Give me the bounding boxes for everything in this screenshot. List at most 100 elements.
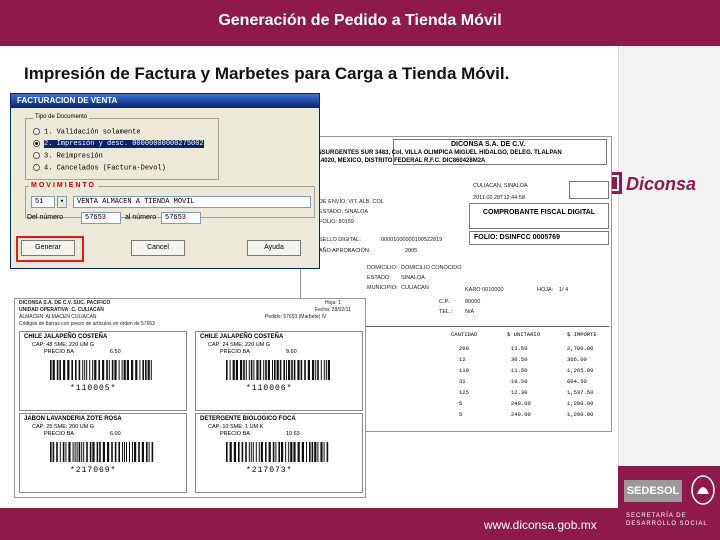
dialog-title: FACTURACION DE VENTA bbox=[11, 94, 319, 108]
invoice-clave: KARO 0010000 bbox=[465, 287, 504, 293]
cancel-button[interactable]: Cancel bbox=[131, 240, 185, 256]
website-url: www.diconsa.gob.mx bbox=[484, 518, 597, 532]
invoice-doctype-box: COMPROBANTE FISCAL DIGITAL bbox=[469, 203, 609, 229]
invoice-row-total: 366.00 bbox=[567, 356, 587, 363]
invoice-address-2: C.P. 14020, MEXICO, DISTRITO FEDERAL R.F… bbox=[305, 158, 486, 164]
barcode-icon bbox=[50, 442, 154, 462]
movimiento-desc-field[interactable]: VENTA ALMACEN A TIENDA MOVIL bbox=[73, 196, 311, 208]
invoice-place-box bbox=[569, 181, 609, 199]
range-from-field[interactable]: 57653 bbox=[81, 212, 121, 224]
label-specs: CAP: 24 SME: 220 UM G bbox=[208, 342, 271, 348]
invoice-line-2: ESTADO: SINALOA bbox=[319, 209, 369, 215]
invoice-row-qty: 110 bbox=[459, 367, 469, 374]
slide: Generación de Pedido a Tienda Móvil Impr… bbox=[0, 0, 720, 540]
label-product-name: DETERGENTE BIOLOGICO FOCA bbox=[200, 416, 296, 422]
col-header-unit: $ UNITARIO bbox=[507, 331, 541, 338]
label-price-value: 9.60 bbox=[285, 349, 297, 355]
document-type-option[interactable]: 3. Reimpresión bbox=[33, 152, 103, 160]
invoice-row-unit: 240.00 bbox=[511, 411, 531, 418]
invoice-row-total: 2,700.00 bbox=[567, 345, 594, 352]
label-code-text: *110005* bbox=[70, 384, 117, 393]
help-button[interactable]: Ayuda bbox=[247, 240, 301, 256]
invoice-row-total: 604.50 bbox=[567, 378, 587, 385]
invoice-row-qty: 125 bbox=[459, 389, 469, 396]
diconsa-logo: Diconsa bbox=[600, 172, 696, 194]
labels-unit: UNIDAD OPERATIVA: C. CULIACAN bbox=[19, 307, 104, 313]
chevron-down-icon[interactable]: ▾ bbox=[57, 196, 67, 208]
label-price-label: PRECIO BA bbox=[44, 349, 74, 355]
label-specs: CAP: 10 SME: 1 UM K bbox=[208, 424, 264, 430]
label-price-value: 6.00 bbox=[109, 431, 121, 437]
document-type-option[interactable]: 1. Validación solamente bbox=[33, 128, 141, 136]
label-price-row: PRECIO BA 6.50 bbox=[44, 349, 121, 355]
svg-text:Diconsa: Diconsa bbox=[626, 174, 696, 194]
invoice-row-total: 1,537.50 bbox=[567, 389, 594, 396]
labels-order: Pedido: 57653 (Marbete) IV bbox=[265, 314, 327, 320]
radio-button-icon[interactable] bbox=[33, 140, 40, 147]
invoice-row-unit: 13.50 bbox=[511, 345, 528, 352]
movimiento-code-field[interactable]: 51 bbox=[31, 196, 55, 208]
invoice-domicilio-label: DOMICILIO: bbox=[367, 265, 398, 271]
invoice-estado-label: ESTADO: bbox=[367, 275, 391, 281]
label-card: CHILE JALAPEÑO COSTEÑA CAP: 48 SME: 220 U… bbox=[19, 331, 187, 411]
range-to-label: al número bbox=[125, 214, 157, 221]
radio-button-icon[interactable] bbox=[33, 128, 40, 135]
invoice-row-total: 1,200.00 bbox=[567, 411, 594, 418]
label-price-label: PRECIO BA bbox=[220, 431, 250, 437]
label-product-name: CHILE JALAPEÑO COSTEÑA bbox=[24, 334, 108, 340]
invoice-row-unit: 19.50 bbox=[511, 378, 528, 385]
document-type-option[interactable]: 4. Cancelados (Factura-Devol) bbox=[33, 164, 166, 172]
sedesol-logo-text: SEDESOL bbox=[624, 480, 682, 502]
col-header-qty: CANTIDAD bbox=[451, 331, 478, 338]
document-type-option[interactable]: 2. Impresión y desc. 00000000000275002 bbox=[33, 140, 204, 149]
document-type-legend: Tipo de Documento bbox=[33, 114, 90, 120]
radio-button-icon[interactable] bbox=[33, 164, 40, 171]
label-price-row: PRECIO BA 6.00 bbox=[44, 431, 121, 437]
invoice-municipio: CULIACAN bbox=[401, 285, 429, 291]
movimiento-label: MOVIMIENTO bbox=[31, 182, 96, 189]
document-type-option-label: 4. Cancelados (Factura-Devol) bbox=[44, 164, 166, 173]
label-specs: CAP: 48 SME: 220 UM G bbox=[32, 342, 95, 348]
labels-sheet: DICONSA S.A. DE C.V. SUC. PACIFICO UNIDA… bbox=[14, 298, 366, 498]
invoice-datetime: 2011 02 28T12:44:58 bbox=[473, 195, 525, 201]
movimiento-legend: MOVIMIENTO bbox=[29, 182, 98, 189]
invoice-row-unit: 30.50 bbox=[511, 356, 528, 363]
slide-subtitle: Impresión de Factura y Marbetes para Car… bbox=[24, 64, 510, 83]
label-product-name: CHILE JALAPEÑO COSTEÑA bbox=[200, 334, 284, 340]
invoice-row-unit: 240.00 bbox=[511, 400, 531, 407]
label-code-text: *217069* bbox=[70, 466, 117, 475]
secretaria-line-2: DESARROLLO SOCIAL bbox=[626, 521, 708, 527]
invoice-line-5: AÑO APROBACIÓN: bbox=[319, 248, 371, 254]
invoice-row-total: 1,265.00 bbox=[567, 367, 594, 374]
labels-page: Hoja: 1 bbox=[325, 300, 341, 306]
invoice-address-1: AV. INSURGENTES SUR 3483, Col. VILLA OLI… bbox=[305, 150, 562, 156]
invoice-row-qty: 5 bbox=[459, 400, 463, 407]
invoice-row-total: 1,200.00 bbox=[567, 400, 594, 407]
invoice-municipio-label: MUNICIPIO: bbox=[367, 285, 398, 291]
mexico-seal-icon bbox=[691, 475, 715, 505]
label-price-row: PRECIO BA 10.63 bbox=[220, 431, 300, 437]
invoice-estado: SINALOA bbox=[401, 275, 425, 281]
label-card: JABON LAVANDERIA ZOTE ROSA CAP: 25 SME: 2… bbox=[19, 413, 187, 493]
invoice-tel-label: TEL.: bbox=[439, 309, 453, 315]
invoice-row-qty: 200 bbox=[459, 345, 469, 352]
label-card: CHILE JALAPEÑO COSTEÑA CAP: 24 SME: 220 U… bbox=[195, 331, 363, 411]
secretaria-line-1: SECRETARÍA DE bbox=[626, 513, 687, 519]
invoice-doctype: COMPROBANTE FISCAL DIGITAL bbox=[482, 209, 596, 216]
barcode-icon bbox=[226, 360, 330, 380]
label-code-text: *110006* bbox=[246, 384, 293, 393]
invoice-anio-value: 2005 bbox=[405, 248, 418, 254]
invoice-row-unit: 12.30 bbox=[511, 389, 528, 396]
barcode-icon bbox=[50, 360, 152, 380]
radio-button-icon[interactable] bbox=[33, 152, 40, 159]
document-type-option-label: 3. Reimpresión bbox=[44, 152, 103, 161]
labels-note: Códigos de barras con precio de artículo… bbox=[19, 321, 155, 327]
labels-warehouse: ALMACEN: ALMACEN CULIACAN bbox=[19, 314, 97, 320]
range-from-label: Del número bbox=[27, 214, 64, 221]
range-to-field[interactable]: 57653 bbox=[161, 212, 201, 224]
invoice-line-3: FOLIO: 80159 bbox=[319, 219, 354, 225]
invoice-sello-value: 00001000000100522819 bbox=[381, 237, 443, 243]
document-type-option-label: 2. Impresión y desc. 00000000000275002 bbox=[44, 140, 204, 149]
generar-highlight-frame bbox=[16, 236, 84, 262]
label-price-label: PRECIO BA bbox=[220, 349, 250, 355]
